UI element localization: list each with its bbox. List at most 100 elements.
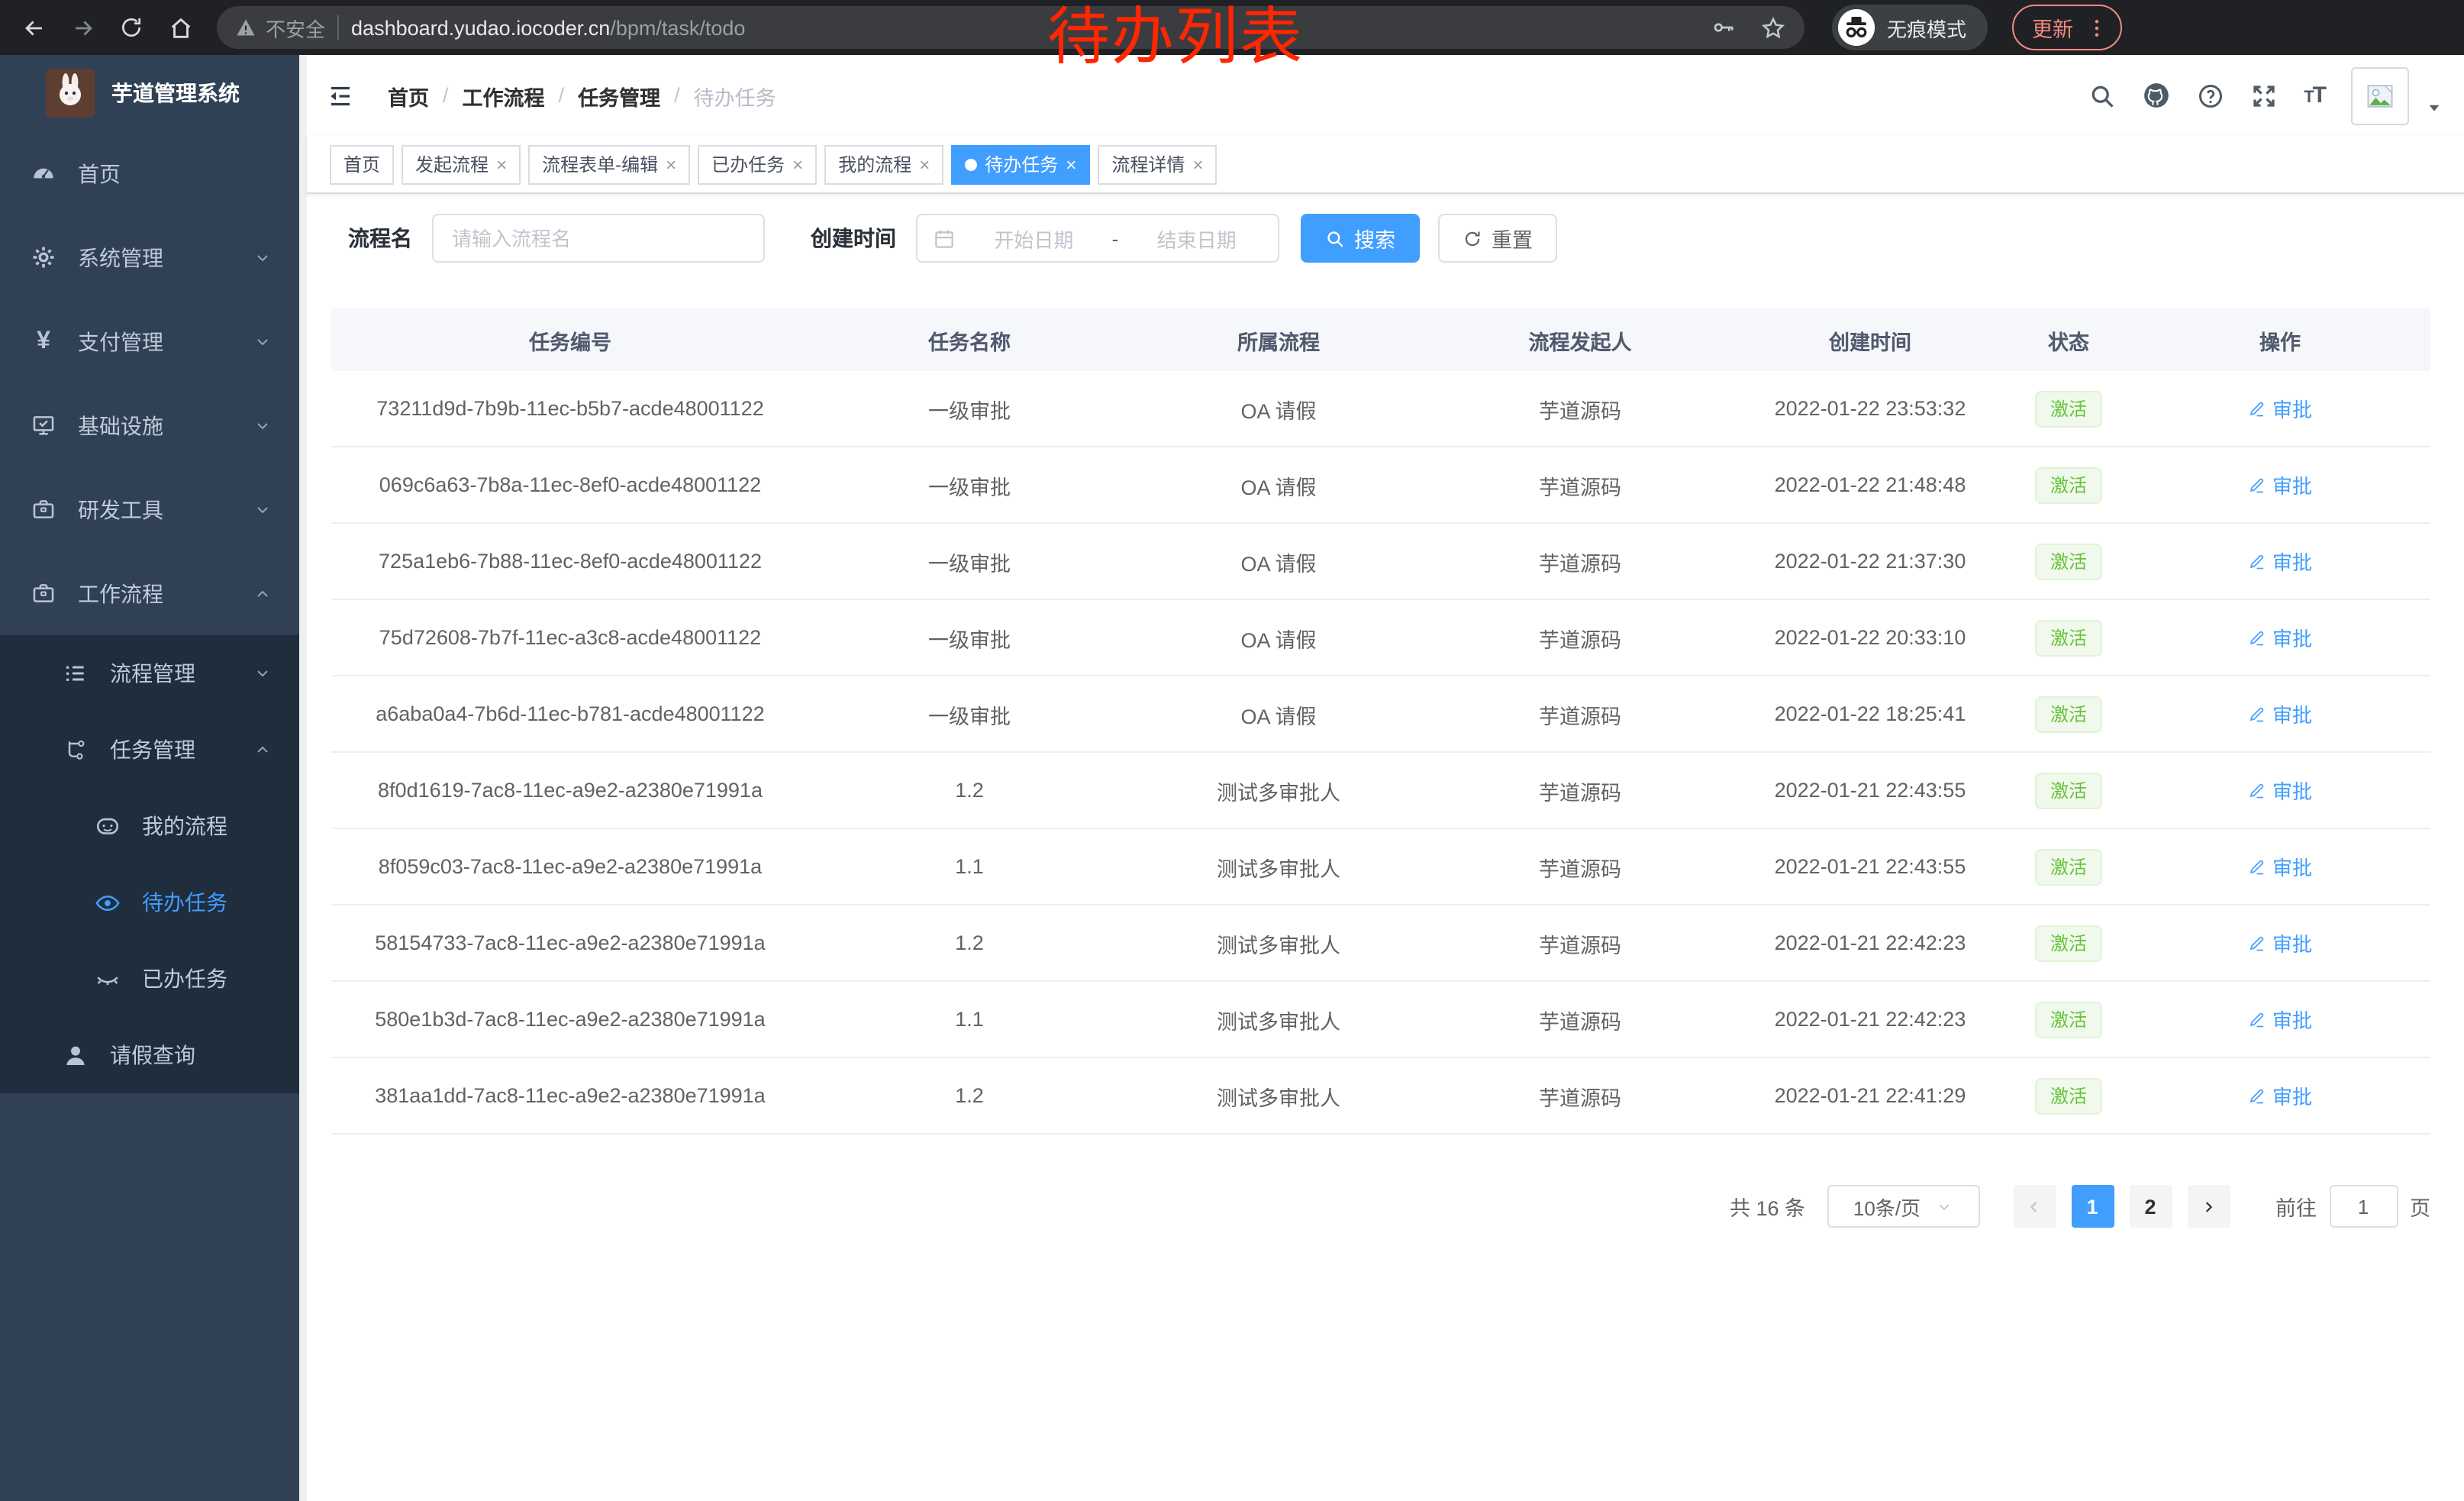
sidebar-collapse-icon[interactable] <box>327 82 354 109</box>
cell-created: 2022-01-22 18:25:41 <box>1733 702 2008 725</box>
page-button-1[interactable]: 1 <box>2071 1185 2114 1228</box>
audit-button[interactable]: 审批 <box>2248 394 2312 423</box>
browser-menu-dots-icon[interactable] <box>2085 16 2108 39</box>
breadcrumb-workflow[interactable]: 工作流程 <box>463 80 545 111</box>
flow-icon <box>63 738 89 762</box>
date-range-picker[interactable]: 开始日期 - 结束日期 <box>916 214 1279 263</box>
audit-button[interactable]: 审批 <box>2248 547 2312 576</box>
tab-my-process[interactable]: 我的流程× <box>824 144 943 184</box>
tab-home[interactable]: 首页 <box>330 144 394 184</box>
status-badge: 激活 <box>2035 848 2102 885</box>
tab-close-icon[interactable]: × <box>1066 155 1076 173</box>
avatar-caret-down-icon[interactable] <box>2426 99 2443 116</box>
warning-icon <box>235 17 256 38</box>
audit-button[interactable]: 审批 <box>2248 623 2312 652</box>
status-badge: 激活 <box>2035 772 2102 809</box>
key-icon[interactable] <box>1711 15 1736 40</box>
edit-icon <box>2248 1086 2266 1105</box>
sidebar-item-dev-tools[interactable]: 研发工具 <box>0 467 299 551</box>
start-date-placeholder[interactable]: 开始日期 <box>968 224 1100 253</box>
tab-close-icon[interactable]: × <box>919 155 930 173</box>
header-search-icon[interactable] <box>2088 82 2116 109</box>
address-bar[interactable]: 不安全 dashboard.yudao.iocoder.cn/bpm/task/… <box>217 6 1804 49</box>
tab-process-detail[interactable]: 流程详情× <box>1098 144 1217 184</box>
edit-icon <box>2248 552 2266 570</box>
browser-home-button[interactable] <box>159 6 202 49</box>
next-page-button[interactable] <box>2187 1185 2230 1228</box>
github-icon[interactable] <box>2142 81 2171 110</box>
sidebar-item-home[interactable]: 首页 <box>0 131 299 215</box>
sidebar-item-task-management[interactable]: 任务管理 <box>0 712 299 788</box>
browser-reload-button[interactable] <box>110 6 153 49</box>
app-logo-row[interactable]: 芋道管理系统 <box>0 55 299 131</box>
tab-process-form-edit[interactable]: 流程表单-编辑× <box>528 144 690 184</box>
cell-task-id: 8f0d1619-7ac8-11ec-a9e2-a2380e71991a <box>331 779 809 802</box>
reset-button[interactable]: 重置 <box>1438 214 1557 263</box>
tab-close-icon[interactable]: × <box>666 155 676 173</box>
sidebar-item-system[interactable]: 系统管理 <box>0 215 299 299</box>
audit-button[interactable]: 审批 <box>2248 1005 2312 1034</box>
sidebar-item-infrastructure[interactable]: 基础设施 <box>0 383 299 467</box>
col-status: 状态 <box>2008 324 2130 355</box>
sidebar-item-workflow[interactable]: 工作流程 <box>0 551 299 635</box>
process-name-input[interactable] <box>432 214 765 263</box>
site-security-indicator[interactable]: 不安全 <box>235 13 325 42</box>
sidebar-item-my-process[interactable]: 我的流程 <box>0 788 299 864</box>
chevron-right-icon <box>2200 1198 2217 1215</box>
browser-update-button[interactable]: 更新 <box>2012 5 2122 50</box>
browser-forward-button[interactable] <box>61 6 104 49</box>
prev-page-button[interactable] <box>2013 1185 2056 1228</box>
audit-button[interactable]: 审批 <box>2248 699 2312 728</box>
chevron-up-icon <box>253 741 272 759</box>
audit-button[interactable]: 审批 <box>2248 470 2312 499</box>
cell-created: 2022-01-21 22:43:55 <box>1733 855 2008 878</box>
tree-list-icon <box>63 661 89 686</box>
font-size-icon[interactable]: TT <box>2304 82 2325 108</box>
browser-back-button[interactable] <box>12 6 55 49</box>
broken-image-icon <box>2363 79 2397 112</box>
fullscreen-icon[interactable] <box>2250 82 2278 109</box>
sidebar-item-todo-tasks[interactable]: 待办任务 <box>0 864 299 941</box>
cell-task-id: a6aba0a4-7b6d-11ec-b781-acde48001122 <box>331 702 809 725</box>
cell-task-id: 580e1b3d-7ac8-11ec-a9e2-a2380e71991a <box>331 1008 809 1031</box>
tab-close-icon[interactable]: × <box>1192 155 1203 173</box>
breadcrumb-task-management[interactable]: 任务管理 <box>578 80 660 111</box>
tab-close-icon[interactable]: × <box>496 155 507 173</box>
end-date-placeholder[interactable]: 结束日期 <box>1130 224 1263 253</box>
bookmark-star-icon[interactable] <box>1760 15 1786 40</box>
audit-button[interactable]: 审批 <box>2248 776 2312 805</box>
help-question-icon[interactable] <box>2197 82 2224 109</box>
edit-icon <box>2248 476 2266 494</box>
edit-icon <box>2248 934 2266 952</box>
tab-done-tasks[interactable]: 已办任务× <box>698 144 817 184</box>
tab-close-icon[interactable]: × <box>792 155 803 173</box>
tab-start-process[interactable]: 发起流程× <box>402 144 521 184</box>
table-header-row: 任务编号 任务名称 所属流程 流程发起人 创建时间 状态 操作 <box>331 308 2430 371</box>
audit-button[interactable]: 审批 <box>2248 928 2312 957</box>
cell-process: OA 请假 <box>1130 622 1427 653</box>
goto-page-input[interactable] <box>2329 1185 2398 1228</box>
search-button[interactable]: 搜索 <box>1301 214 1420 263</box>
audit-button[interactable]: 审批 <box>2248 852 2312 881</box>
table-row: 725a1eb6-7b88-11ec-8ef0-acde48001122 一级审… <box>331 524 2430 600</box>
table-row: a6aba0a4-7b6d-11ec-b781-acde48001122 一级审… <box>331 676 2430 753</box>
audit-button[interactable]: 审批 <box>2248 1081 2312 1110</box>
sidebar-item-leave-query[interactable]: 请假查询 <box>0 1017 299 1093</box>
cell-task-name: 1.1 <box>809 855 1130 878</box>
app-logo-rabbit <box>46 69 95 118</box>
sidebar-item-payment[interactable]: ¥ 支付管理 <box>0 299 299 383</box>
tab-todo-tasks[interactable]: 待办任务× <box>951 144 1090 184</box>
security-label: 不安全 <box>266 13 325 42</box>
cell-task-id: 58154733-7ac8-11ec-a9e2-a2380e71991a <box>331 931 809 954</box>
edit-icon <box>2248 857 2266 876</box>
sidebar-item-done-tasks[interactable]: 已办任务 <box>0 941 299 1017</box>
cell-process: 测试多审批人 <box>1130 775 1427 805</box>
page-button-2[interactable]: 2 <box>2129 1185 2172 1228</box>
todo-task-table: 任务编号 任务名称 所属流程 流程发起人 创建时间 状态 操作 73211d9d… <box>331 308 2430 1135</box>
avatar[interactable] <box>2351 66 2409 124</box>
status-badge: 激活 <box>2035 925 2102 961</box>
sidebar-scrollbar[interactable] <box>299 55 307 1501</box>
page-size-select[interactable]: 10条/页 <box>1827 1185 1979 1228</box>
breadcrumb-home[interactable]: 首页 <box>388 80 429 111</box>
sidebar-item-process-management[interactable]: 流程管理 <box>0 635 299 712</box>
